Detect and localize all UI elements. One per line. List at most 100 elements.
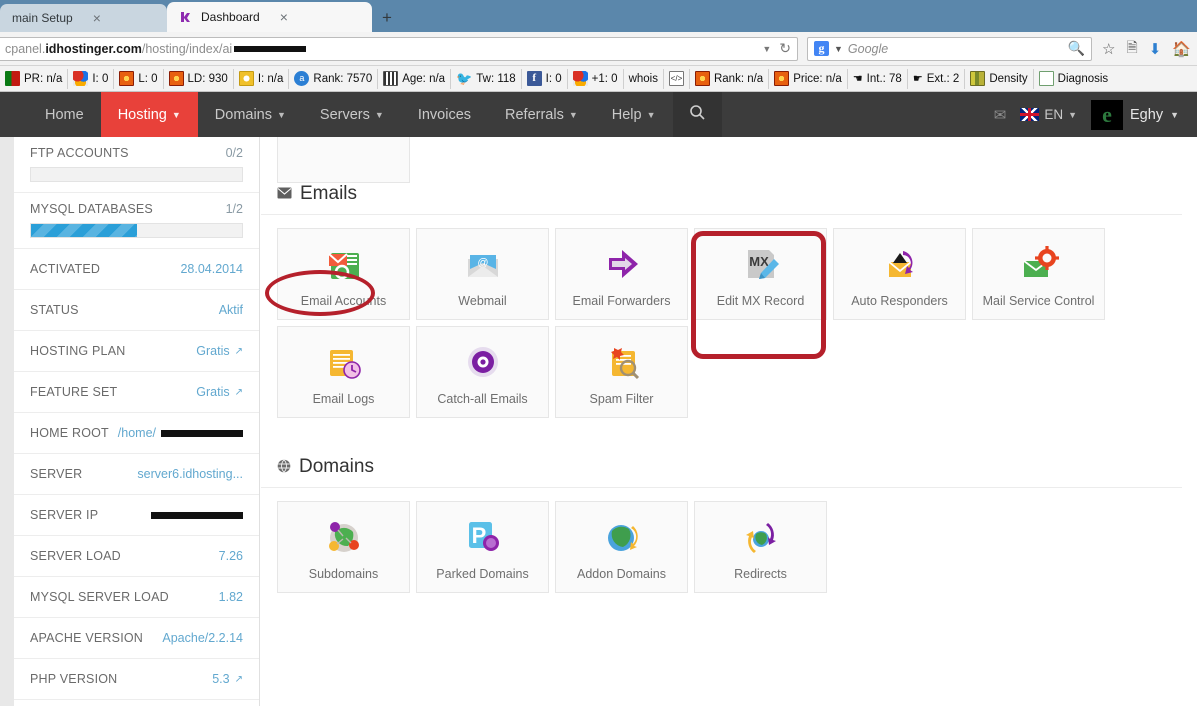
browser-tab-0[interactable]: main Setup × [0, 4, 167, 32]
tile-email-forwarders[interactable]: Email Forwarders [555, 228, 688, 320]
tile-mail-service-control[interactable]: Mail Service Control [972, 228, 1105, 320]
tile-email-accounts[interactable]: Email Accounts [277, 228, 410, 320]
bookmark-item[interactable]: ☚ Int.: 78 [848, 68, 908, 89]
usage-label: MYSQL DATABASES [30, 202, 153, 216]
partial-tile-above[interactable] [277, 137, 410, 183]
tile-label: Mail Service Control [982, 293, 1095, 308]
tile-auto-responders[interactable]: Auto Responders [833, 228, 966, 320]
url-path: /hosting/index/ai [141, 41, 233, 56]
external-link-icon[interactable]: ↗ [235, 674, 243, 685]
tab-close-icon[interactable]: × [280, 10, 288, 24]
bookmark-item[interactable]: Rank: n/a [690, 68, 770, 89]
search-magnifier-icon[interactable]: 🔍 [1068, 40, 1085, 57]
bookmark-item[interactable]: PR: n/a [0, 68, 69, 89]
bookmark-item[interactable]: L: 0 [114, 68, 164, 89]
new-tab-button[interactable]: + [382, 8, 392, 28]
tile-addon-domains[interactable]: Addon Domains [555, 501, 688, 593]
webmail-icon: @ [460, 241, 506, 287]
tile-label: Redirects [734, 566, 787, 581]
download-icon[interactable]: ⬇ [1149, 40, 1162, 58]
tile-catch-all-emails[interactable]: Catch-all Emails [416, 326, 549, 418]
tab-title: Dashboard [201, 10, 260, 24]
nav-item-help[interactable]: Help ▼ [595, 92, 673, 137]
nav-item-label: Domains [214, 106, 272, 123]
dropdown-icon[interactable]: ▼ [762, 44, 771, 54]
bookmark-item[interactable]: I: n/a [234, 68, 290, 89]
sidebar-row-feature-set: FEATURE SET Gratis ↗ [14, 372, 259, 413]
bookmark-item[interactable]: LD: 930 [164, 68, 234, 89]
spam-filter-icon [599, 339, 645, 385]
parked-domains-icon: P [460, 514, 506, 560]
browser-navigation-bar: cpanel. idhostinger.com/hosting/index/ai … [0, 32, 1197, 66]
tile-email-logs[interactable]: Email Logs [277, 326, 410, 418]
page-scrollbar[interactable] [0, 137, 14, 706]
sidebar-row-server-ip: SERVER IP [14, 495, 259, 536]
ring-icon [238, 71, 254, 86]
external-link-icon[interactable]: ↗ [235, 387, 243, 398]
twitter-icon: 🐦 [456, 70, 473, 86]
language-selector[interactable]: EN ▼ [1020, 107, 1077, 122]
sidebar-row-value[interactable]: 5.3 [212, 672, 229, 686]
reload-icon[interactable]: ↻ [779, 40, 791, 57]
sidebar-row-value[interactable]: Gratis [196, 344, 229, 358]
tab-close-icon[interactable]: × [93, 11, 101, 25]
bookmark-item[interactable]: whois [624, 68, 664, 89]
nav-item-referrals[interactable]: Referrals ▼ [488, 92, 595, 137]
tile-edit-mx-record[interactable]: MX Edit MX Record [694, 228, 827, 320]
sidebar-usage-ftp-accounts: FTP ACCOUNTS 0/2 [14, 137, 259, 193]
tile-subdomains[interactable]: Subdomains [277, 501, 410, 593]
bookmark-item[interactable]: ☛ Ext.: 2 [908, 68, 966, 89]
bookmark-item[interactable]: Density [965, 68, 1034, 89]
sun-icon [694, 71, 710, 86]
tile-parked-domains[interactable]: P Parked Domains [416, 501, 549, 593]
sun-icon [774, 71, 790, 86]
bookmark-label: PR: n/a [24, 72, 63, 85]
barcode-icon [383, 71, 399, 86]
address-bar[interactable]: cpanel. idhostinger.com/hosting/index/ai … [0, 36, 798, 61]
browser-tab-1[interactable]: Dashboard × [167, 2, 372, 32]
bookmark-item[interactable]: f I: 0 [522, 68, 568, 89]
chevron-down-icon[interactable]: ▼ [834, 44, 843, 54]
nav-item-invoices[interactable]: Invoices [401, 92, 488, 137]
tile-redirects[interactable]: Redirects [694, 501, 827, 593]
nav-search-button[interactable] [672, 92, 722, 137]
bookmark-item[interactable]: Diagnosis [1034, 69, 1114, 89]
bookmark-item[interactable]: Age: n/a [378, 68, 452, 89]
sidebar-row-value[interactable]: Gratis [196, 385, 229, 399]
language-label: EN [1044, 107, 1064, 122]
nav-item-home[interactable]: Home [28, 92, 101, 137]
nav-item-domains[interactable]: Domains ▼ [198, 92, 303, 137]
tile-webmail[interactable]: @ Webmail [416, 228, 549, 320]
bookmark-item[interactable]: a Rank: 7570 [289, 68, 379, 89]
reader-icon[interactable]: 🗎 [1126, 37, 1137, 61]
bookmark-item[interactable]: 🐦 Tw: 118 [451, 68, 522, 89]
application-viewport: Home Hosting ▼ Domains ▼ Servers ▼ Invoices Refe… [0, 92, 1197, 706]
nav-item-label: Help [611, 106, 642, 123]
bookmark-item[interactable]: I: 0 [68, 68, 115, 89]
envelope-icon[interactable]: ✉ [994, 106, 1007, 124]
bookmark-label: Tw: 118 [476, 72, 516, 85]
bookmark-label: L: 0 [138, 72, 158, 85]
nav-item-hosting[interactable]: Hosting ▼ [100, 92, 198, 137]
nav-item-servers[interactable]: Servers ▼ [303, 92, 401, 137]
bookmark-item[interactable]: </> [664, 68, 690, 89]
bookmark-label: whois [628, 72, 658, 85]
bookmark-label: Ext.: 2 [926, 72, 960, 85]
home-icon[interactable]: 🏠 [1172, 40, 1191, 58]
bookmark-star-icon[interactable]: ☆ [1102, 40, 1115, 58]
density-icon [970, 71, 986, 86]
search-bar[interactable]: g ▼ Google 🔍 [807, 36, 1092, 61]
bookmark-item[interactable]: +1: 0 [568, 68, 624, 89]
bookmark-item[interactable]: Price: n/a [769, 68, 848, 89]
url-prefix: cpanel. [5, 41, 46, 56]
sidebar-row-label: HOSTING PLAN [30, 344, 126, 358]
user-menu[interactable]: e Eghy ▼ [1091, 99, 1179, 130]
tile-spam-filter[interactable]: Spam Filter [555, 326, 688, 418]
nav-item-label: Home [45, 106, 84, 123]
external-link-icon[interactable]: ↗ [235, 346, 243, 357]
tile-label: Subdomains [308, 566, 379, 581]
sidebar-row-label: HOME ROOT [30, 426, 109, 440]
search-icon [689, 104, 706, 125]
nav-right-group: ✉ EN ▼ e Eghy ▼ [994, 92, 1197, 137]
bookmark-label: Diagnosis [1057, 72, 1109, 85]
